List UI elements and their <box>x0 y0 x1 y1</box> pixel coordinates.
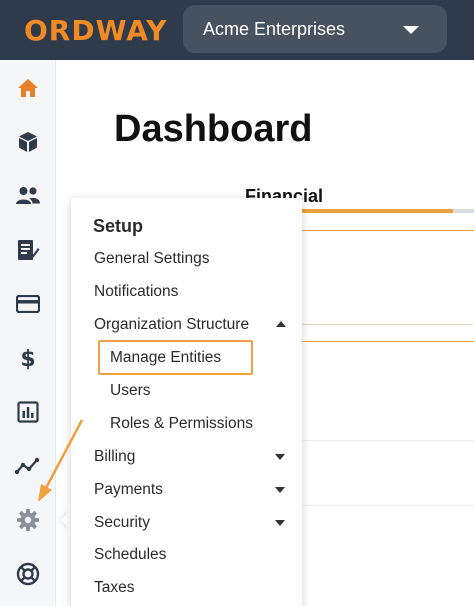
app-window: ORDWAY Acme Enterprises $ Dashboard Fina… <box>0 0 474 606</box>
annotation-arrow-icon <box>38 419 84 502</box>
